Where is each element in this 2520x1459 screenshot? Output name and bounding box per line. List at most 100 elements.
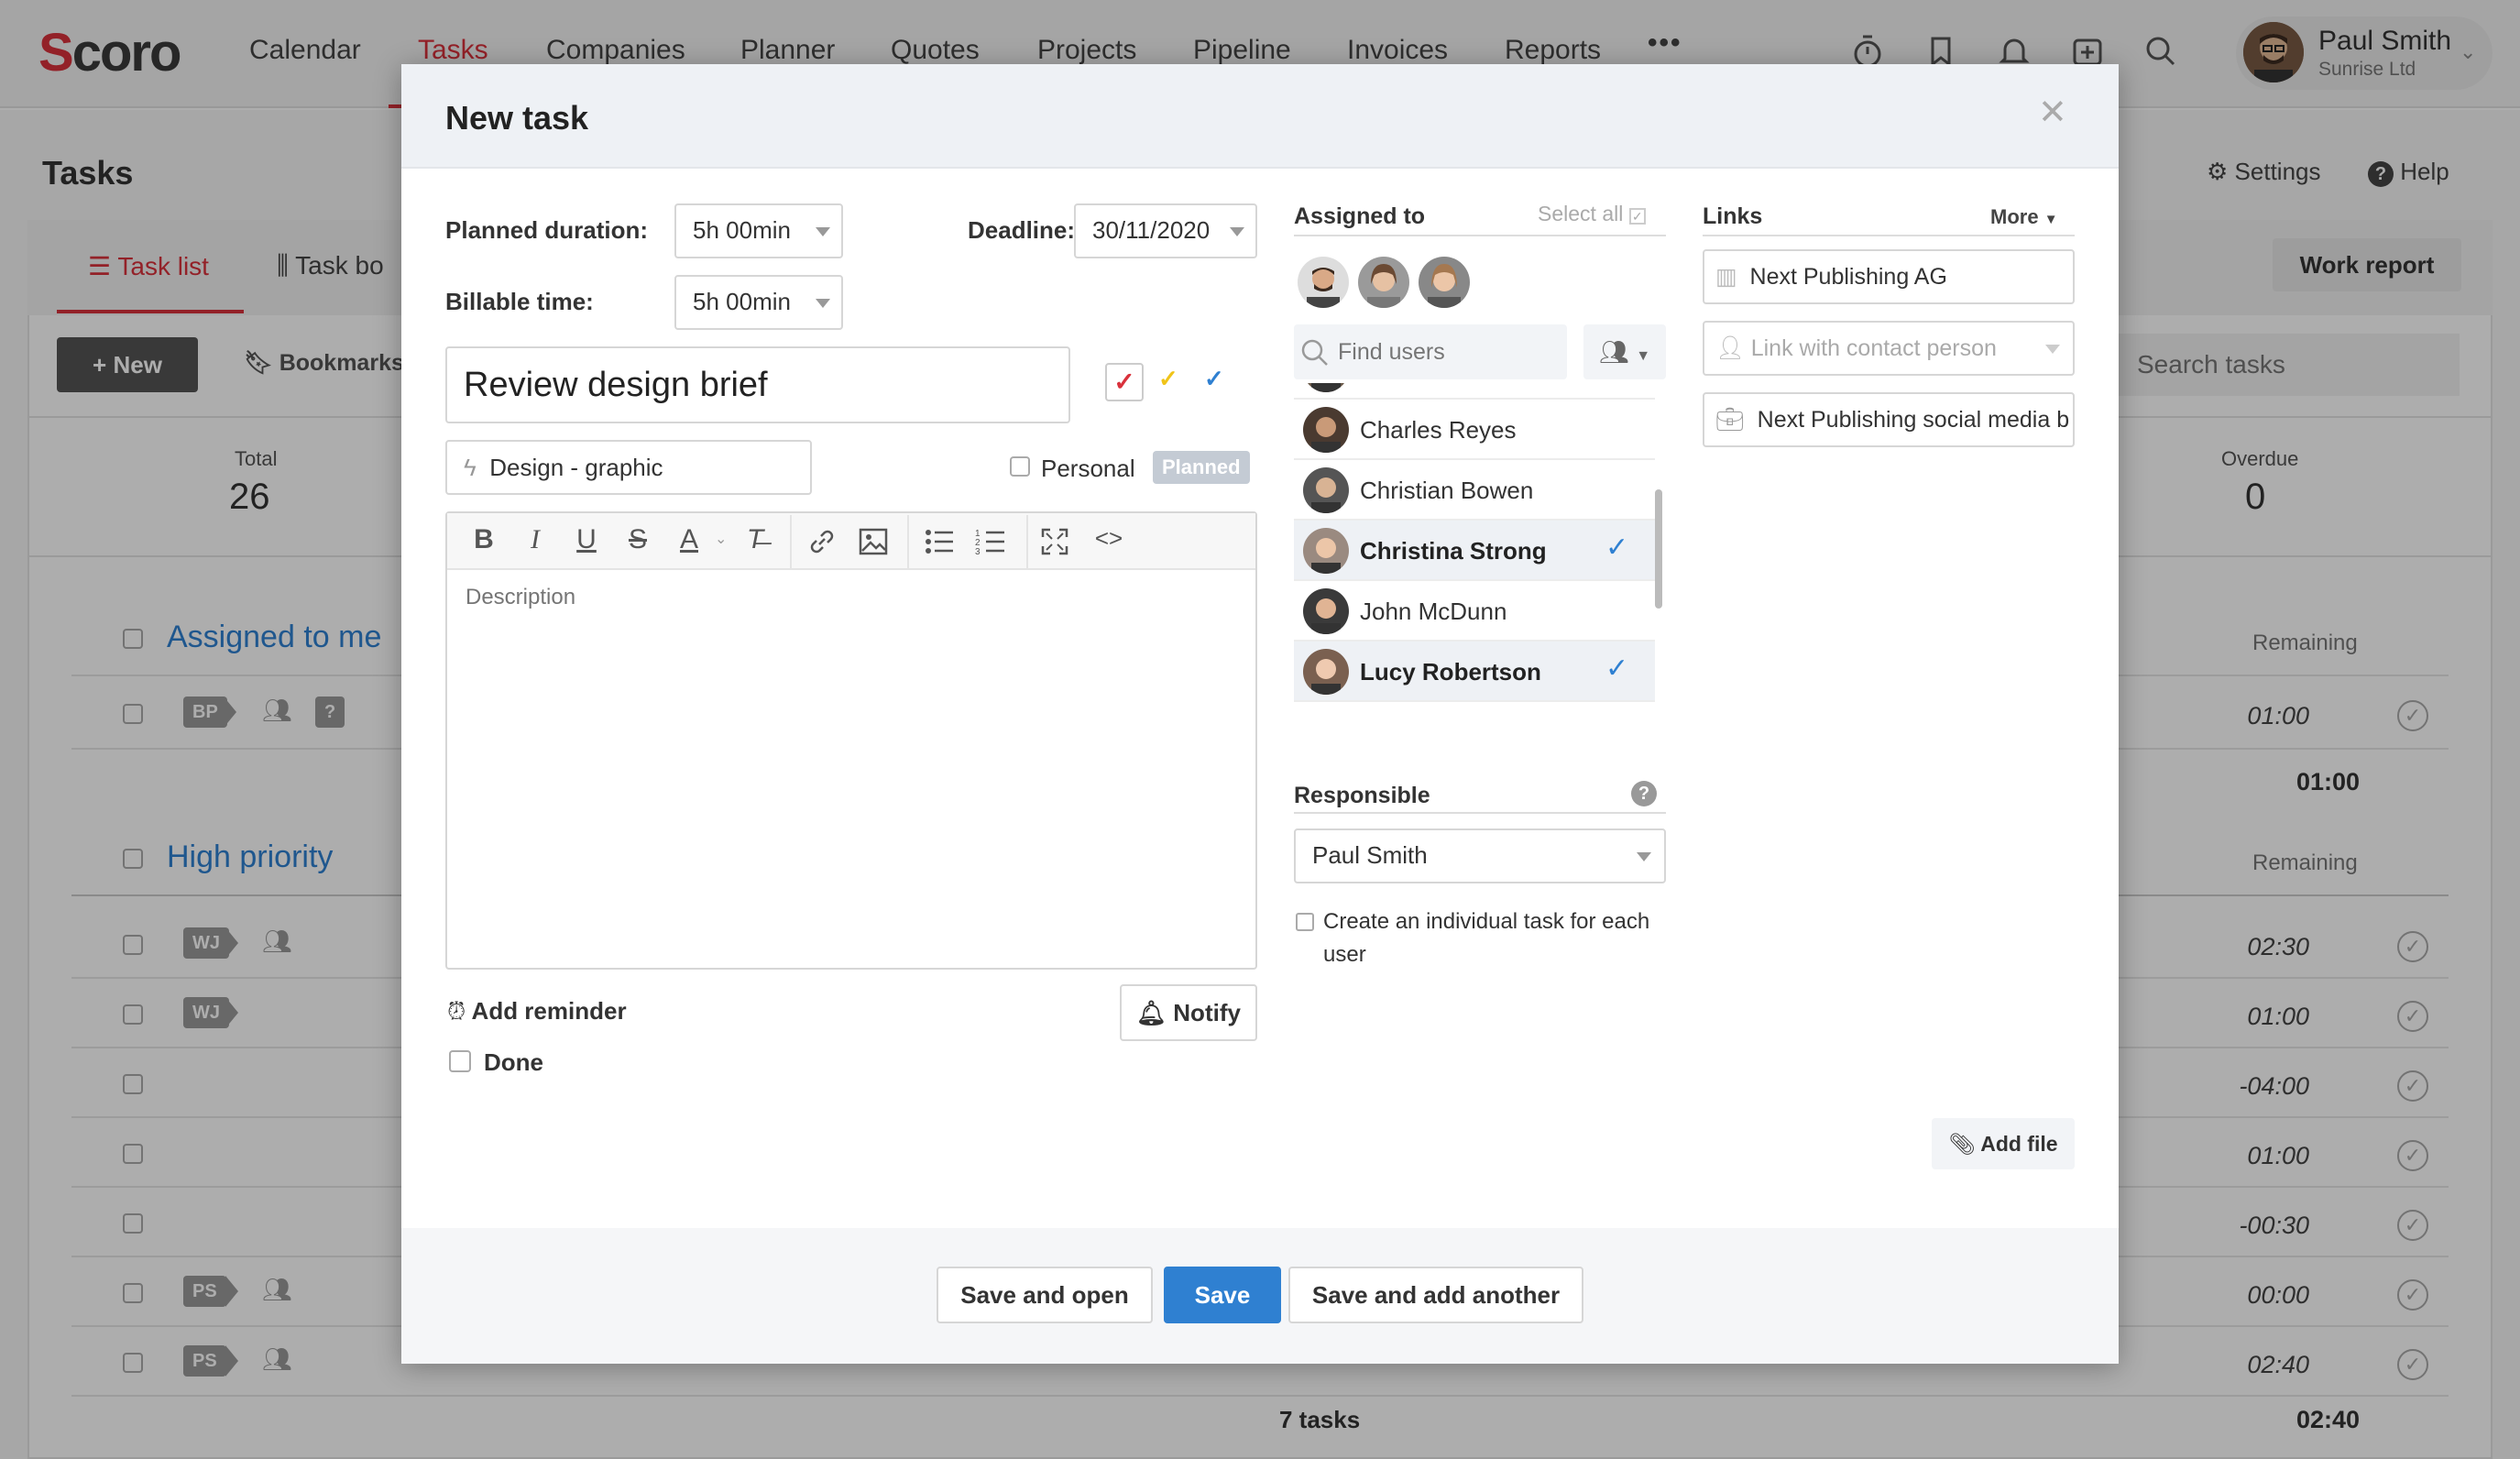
activity-type-value: Design - graphic	[489, 454, 663, 481]
user-name: Lucy Robertson	[1360, 658, 1541, 686]
italic-icon[interactable]: I	[517, 524, 553, 555]
add-file-button[interactable]: 📎︎ Add file	[1932, 1118, 2075, 1169]
assigned-to-label: Assigned to	[1294, 203, 1426, 229]
close-icon[interactable]: ✕	[2038, 92, 2067, 133]
project-link-field[interactable]: 💼︎ Next Publishing social media b	[1703, 392, 2075, 447]
contact-person-field[interactable]: 👤︎ Link with contact person	[1703, 321, 2075, 376]
divider	[1294, 812, 1666, 814]
building-icon: ▥	[1715, 264, 1737, 290]
notify-button[interactable]: 🔔︎ Notify	[1120, 984, 1257, 1041]
users-group-icon: 👥︎	[1598, 338, 1629, 366]
bullet-list-icon[interactable]	[924, 528, 955, 555]
link-icon[interactable]	[805, 526, 839, 557]
paperclip-icon: 📎︎	[1948, 1132, 1976, 1156]
modal-title: New task	[445, 99, 589, 137]
individual-task-checkbox[interactable]	[1296, 913, 1314, 931]
planned-duration-value: 5h 00min	[693, 216, 791, 244]
billable-time-value: 5h 00min	[693, 288, 791, 315]
chevron-down-icon: ▼	[1636, 348, 1651, 364]
user-list-item[interactable]: Brian Newton	[1294, 383, 1655, 400]
user-avatar	[1303, 383, 1349, 392]
user-name: John McDunn	[1360, 598, 1507, 625]
person-icon: 👤︎	[1715, 335, 1745, 361]
chevron-down-icon: ▼	[2043, 212, 2058, 227]
code-icon[interactable]: <>	[1090, 524, 1127, 553]
priority-high-checkbox[interactable]: ✓	[1105, 363, 1144, 401]
users-list-scrollbar[interactable]	[1655, 489, 1662, 609]
priority-low-check-icon[interactable]: ✓	[1204, 365, 1224, 393]
chevron-down-icon	[2045, 345, 2060, 354]
toolbar-separator	[790, 515, 792, 568]
project-link-value: Next Publishing social media b	[1757, 407, 2070, 433]
user-avatar	[1303, 528, 1349, 574]
company-link-field[interactable]: ▥ Next Publishing AG	[1703, 249, 2075, 304]
deadline-value: 30/11/2020	[1092, 216, 1211, 244]
add-reminder-label: Add reminder	[471, 997, 627, 1025]
assigned-avatar[interactable]	[1358, 257, 1409, 308]
contact-person-placeholder: Link with contact person	[1750, 335, 1997, 361]
priority-medium-check-icon[interactable]: ✓	[1158, 365, 1178, 393]
text-color-icon[interactable]: A	[671, 524, 707, 555]
responsible-select[interactable]: Paul Smith	[1294, 828, 1666, 883]
responsible-value: Paul Smith	[1312, 841, 1428, 869]
user-list-item[interactable]: Christina Strong ✓	[1294, 521, 1655, 581]
select-all-button[interactable]: Select all ✓	[1538, 202, 1646, 226]
user-list-item[interactable]: Christian Bowen	[1294, 460, 1655, 521]
links-more-button[interactable]: More ▼	[1990, 205, 2058, 229]
bold-icon[interactable]: B	[466, 524, 502, 555]
responsible-label: Responsible	[1294, 783, 1430, 808]
briefcase-icon: 💼︎	[1715, 407, 1745, 433]
user-list-item[interactable]: Charles Reyes	[1294, 400, 1655, 460]
description-textarea[interactable]	[449, 572, 1254, 966]
bell-small-icon: 🔔︎	[1136, 999, 1167, 1026]
selected-check-icon: ✓	[1605, 653, 1629, 684]
notify-label: Notify	[1173, 999, 1241, 1026]
image-icon[interactable]	[858, 526, 889, 557]
clear-format-icon[interactable]: T̶	[737, 524, 773, 555]
user-avatar	[1303, 588, 1349, 634]
links-label: Links	[1703, 203, 1763, 229]
assigned-avatar[interactable]	[1419, 257, 1470, 308]
add-reminder-button[interactable]: ⏰︎ Add reminder	[447, 997, 627, 1026]
svg-text:3: 3	[975, 547, 981, 555]
toolbar-separator	[1026, 515, 1028, 568]
activity-type-select[interactable]: ϟ Design - graphic	[445, 440, 812, 495]
links-more-label: More	[1990, 205, 2039, 228]
chevron-down-icon	[816, 299, 830, 308]
done-checkbox[interactable]	[449, 1050, 471, 1072]
chevron-down-icon	[1230, 227, 1244, 236]
user-list-item[interactable]: Lucy Robertson ✓	[1294, 642, 1655, 702]
save-button[interactable]: Save	[1164, 1267, 1281, 1323]
user-avatar	[1303, 407, 1349, 453]
user-name: Brian Newton	[1360, 383, 1503, 384]
modal-header	[401, 64, 2119, 169]
personal-checkbox[interactable]	[1010, 456, 1030, 477]
personal-label: Personal	[1041, 455, 1135, 482]
select-all-label: Select all	[1538, 202, 1624, 225]
toolbar-separator	[907, 515, 909, 568]
company-link-value: Next Publishing AG	[1749, 264, 1947, 290]
status-badge[interactable]: Planned	[1153, 451, 1250, 484]
numbered-list-icon[interactable]: 123	[975, 528, 1006, 555]
underline-icon[interactable]: U	[568, 524, 605, 555]
find-users-input[interactable]	[1338, 330, 1558, 374]
divider	[1703, 235, 2075, 236]
help-icon[interactable]: ?	[1631, 781, 1657, 806]
done-label: Done	[484, 1048, 543, 1076]
chevron-down-icon[interactable]: ⌄	[715, 530, 727, 548]
user-groups-dropdown[interactable]: 👥︎ ▼	[1583, 324, 1666, 379]
user-avatar	[1303, 467, 1349, 513]
select-all-checkbox[interactable]: ✓	[1628, 208, 1646, 225]
individual-task-label: Create an individual task for each user	[1323, 909, 1650, 967]
user-list-item[interactable]: John McDunn	[1294, 581, 1655, 642]
task-name-input[interactable]: Review design brief	[445, 346, 1070, 423]
assigned-avatar[interactable]	[1298, 257, 1349, 308]
chevron-down-icon	[816, 227, 830, 236]
fullscreen-icon[interactable]	[1041, 528, 1068, 555]
task-name-value: Review design brief	[464, 366, 768, 404]
search-icon	[1301, 339, 1328, 366]
strikethrough-icon[interactable]: S	[619, 524, 656, 555]
save-and-open-button[interactable]: Save and open	[937, 1267, 1153, 1323]
save-and-add-another-button[interactable]: Save and add another	[1288, 1267, 1583, 1323]
planned-duration-label: Planned duration:	[445, 216, 648, 244]
